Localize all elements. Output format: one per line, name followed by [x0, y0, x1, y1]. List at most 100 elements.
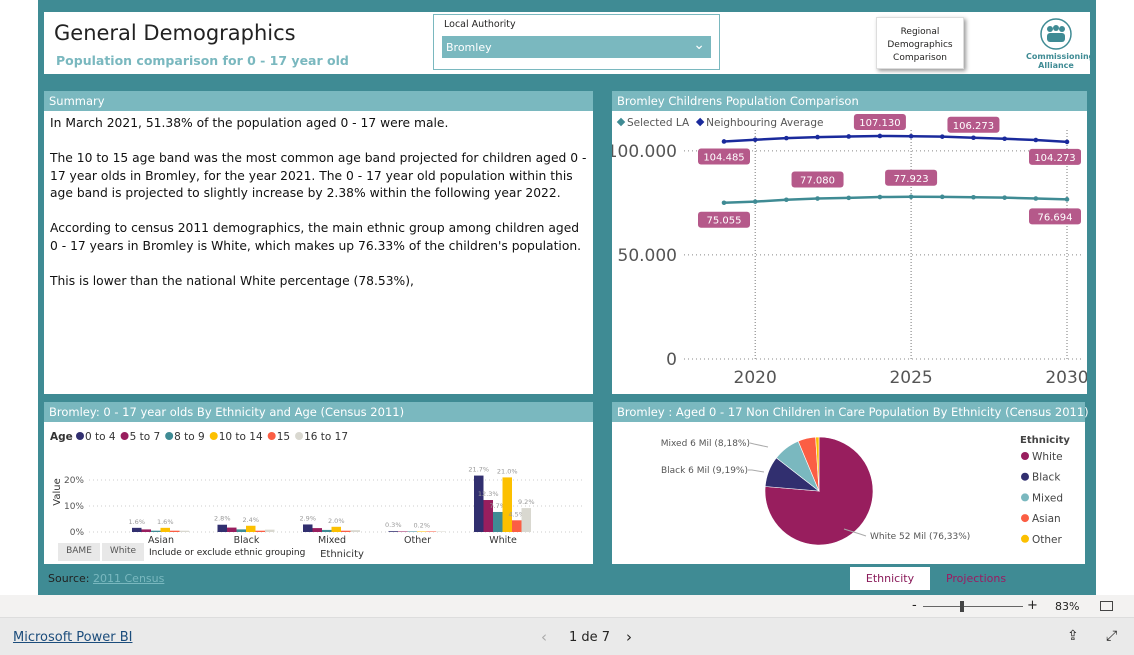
legend-label: Mixed: [1032, 492, 1063, 504]
local-authority-dropdown[interactable]: Bromley ⌄: [442, 36, 711, 58]
zoom-level: 83%: [1055, 600, 1080, 613]
series-line: [723, 134, 1068, 144]
next-page-icon[interactable]: ›: [626, 628, 632, 646]
zoom-out-button[interactable]: -: [912, 598, 917, 613]
x-axis-title: Ethnicity: [320, 549, 364, 560]
population-comparison-panel: Bromley Childrens Population Comparison …: [612, 91, 1087, 394]
chevron-down-icon: ⌄: [693, 37, 705, 53]
slice-label: Mixed 6 Mil (8,18%): [661, 439, 750, 449]
page-subtitle: Population comparison for 0 - 17 year ol…: [56, 53, 349, 68]
data-label: 12.3%: [478, 490, 499, 498]
y-tick-label: 0: [666, 350, 677, 370]
bar: [388, 531, 398, 532]
prev-page-icon[interactable]: ‹: [541, 628, 547, 646]
data-label: 0.2%: [413, 521, 430, 529]
x-tick-label: 2020: [734, 368, 777, 388]
data-point: [721, 139, 727, 144]
x-tick-label: Other: [404, 535, 431, 546]
series-line: [723, 195, 1068, 204]
ethnicity-pie-panel: Bromley : Aged 0 - 17 Non Children in Ca…: [612, 402, 1089, 564]
legend-label: Selected LA: [627, 117, 690, 129]
legend-marker: [1021, 452, 1029, 460]
legend-marker: [165, 432, 174, 440]
white-button[interactable]: White: [102, 543, 144, 561]
data-label: 2.8%: [214, 515, 231, 523]
data-label: 77.080: [800, 176, 835, 187]
regional-comparison-button[interactable]: Regional Demographics Comparison: [876, 17, 964, 69]
power-bi-link[interactable]: Microsoft Power BI: [13, 630, 132, 645]
zoom-in-button[interactable]: +: [1027, 598, 1038, 613]
bar: [426, 531, 436, 532]
bar: [170, 530, 180, 532]
fullscreen-icon[interactable]: ⤢: [1106, 628, 1117, 644]
summary-paragraph: The 10 to 15 age band was the most commo…: [50, 151, 587, 200]
data-label: 0.3%: [385, 521, 402, 529]
x-tick-label: Mixed: [318, 535, 346, 546]
bar: [303, 524, 313, 532]
data-label: 21.0%: [497, 467, 518, 475]
panel-title: Bromley : Aged 0 - 17 Non Children in Ca…: [612, 402, 1089, 422]
legend-label: 5 to 7: [130, 431, 161, 443]
data-point: [752, 137, 758, 143]
legend-marker: [120, 432, 129, 440]
bar: [227, 527, 237, 532]
data-label: 106.273: [953, 121, 994, 132]
legend-marker: [267, 432, 276, 440]
source-note: Source: 2011 Census: [48, 572, 164, 585]
bar: [179, 530, 189, 532]
bar: [255, 530, 265, 532]
data-label: 76.694: [1038, 212, 1073, 223]
slice-label: White 52 Mil (76,33%): [870, 532, 970, 542]
data-point: [939, 134, 945, 139]
zoom-slider-handle[interactable]: [960, 601, 964, 612]
bar: [160, 527, 170, 532]
y-tick-label: 0%: [70, 528, 85, 538]
legend-marker: [1021, 534, 1029, 543]
bar: [512, 520, 522, 532]
bar: [407, 531, 417, 532]
summary-paragraph: According to census 2011 demographics, t…: [50, 221, 582, 253]
button-line: Demographics: [887, 40, 953, 50]
bar: [502, 477, 512, 532]
tab-projections[interactable]: Projections: [936, 567, 1016, 590]
panel-title: Bromley: 0 - 17 year olds By Ethnicity a…: [44, 402, 593, 422]
fit-to-page-icon[interactable]: [1100, 601, 1113, 611]
legend-marker: [695, 117, 705, 127]
data-label: 1.6%: [128, 518, 145, 526]
data-point: [752, 199, 758, 204]
data-label: 21.7%: [468, 466, 489, 474]
data-point: [846, 134, 852, 139]
page-indicator: 1 de 7: [569, 630, 611, 645]
x-tick-label: 2030: [1045, 368, 1087, 388]
data-point: [877, 133, 883, 139]
source-label: Source:: [48, 572, 90, 585]
data-point: [1064, 197, 1070, 202]
share-icon[interactable]: ⇪: [1067, 628, 1079, 644]
legend-marker: [616, 117, 626, 127]
data-point: [1064, 139, 1070, 145]
data-point: [1033, 196, 1039, 201]
tab-ethnicity[interactable]: Ethnicity: [850, 567, 930, 590]
x-tick-label: Asian: [148, 535, 174, 546]
x-tick-label: White: [489, 535, 517, 546]
bar: [331, 526, 341, 532]
data-point: [846, 195, 852, 201]
source-link[interactable]: 2011 Census: [93, 572, 164, 585]
bar: [265, 529, 275, 532]
summary-panel: Summary In March 2021, 51.38% of the pop…: [44, 91, 593, 394]
people-icon: [1040, 18, 1072, 50]
bame-button[interactable]: BAME: [58, 543, 100, 561]
zoom-slider[interactable]: [923, 606, 1023, 607]
y-tick-label: 10%: [64, 502, 84, 512]
data-point: [908, 194, 914, 200]
bar: [312, 528, 322, 532]
y-tick-label: 100.000: [612, 142, 677, 162]
data-point: [1002, 136, 1007, 142]
data-point: [971, 194, 976, 200]
bar: [341, 530, 351, 532]
zoom-bar: - + 83%: [0, 595, 1134, 618]
bar: [436, 531, 446, 532]
summary-paragraph: In March 2021, 51.38% of the population …: [50, 116, 449, 130]
data-label: 1.6%: [157, 518, 174, 526]
y-axis-title: Value: [52, 478, 63, 505]
